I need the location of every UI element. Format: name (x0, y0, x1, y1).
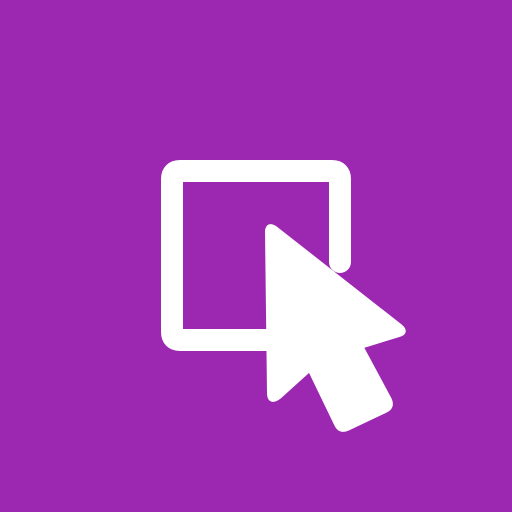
app-icon-tile (0, 0, 512, 512)
select-object-icon (161, 160, 406, 432)
